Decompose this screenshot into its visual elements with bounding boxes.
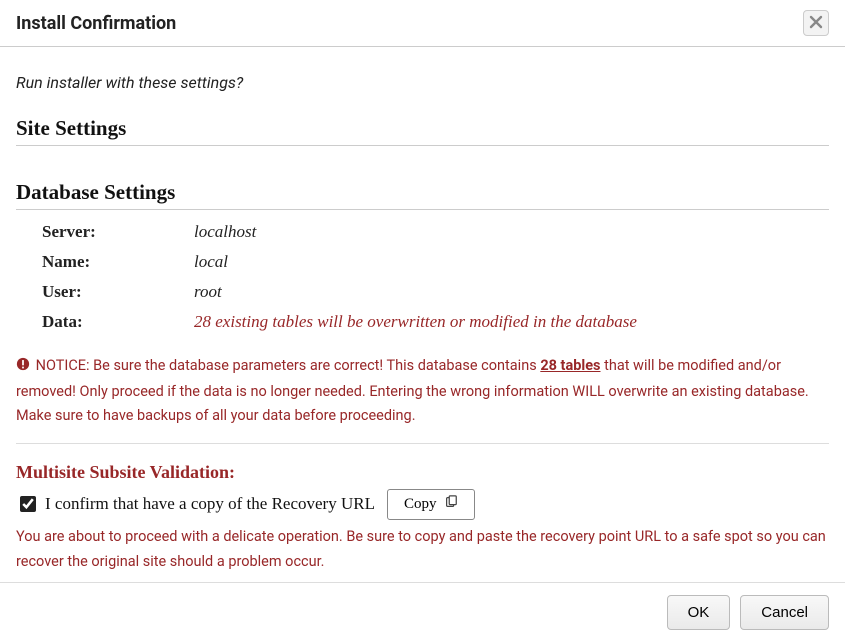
close-icon (809, 15, 823, 32)
db-data-label: Data: (42, 312, 194, 332)
confirmation-prompt: Run installer with these settings? (16, 73, 829, 92)
dialog-button-bar: OK Cancel (0, 582, 845, 644)
db-name-label: Name: (42, 252, 194, 272)
db-server-value: localhost (194, 222, 256, 242)
database-warning-notice: NOTICE: Be sure the database parameters … (16, 354, 829, 429)
dialog-title: Install Confirmation (16, 13, 176, 34)
db-server-row: Server: localhost (42, 222, 829, 242)
db-name-row: Name: local (42, 252, 829, 272)
db-user-row: User: root (42, 282, 829, 302)
multisite-validation-heading: Multisite Subsite Validation: (16, 462, 829, 483)
database-settings-heading: Database Settings (16, 180, 829, 210)
copy-button[interactable]: Copy (387, 489, 476, 520)
ok-button[interactable]: OK (667, 595, 731, 630)
db-server-label: Server: (42, 222, 194, 242)
close-button[interactable] (803, 10, 829, 36)
database-settings-table: Server: localhost Name: local User: root… (42, 222, 829, 332)
separator (16, 443, 829, 444)
db-name-value: local (194, 252, 228, 272)
cancel-button[interactable]: Cancel (740, 595, 829, 630)
site-settings-heading: Site Settings (16, 116, 829, 146)
db-data-row: Data: 28 existing tables will be overwri… (42, 312, 829, 332)
db-data-value: 28 existing tables will be overwritten o… (194, 312, 637, 332)
notice-prefix: NOTICE: Be sure the database parameters … (36, 357, 541, 374)
dialog-content: Run installer with these settings? Site … (0, 47, 845, 582)
install-confirmation-dialog: Install Confirmation Run installer with … (0, 0, 845, 644)
recovery-confirm-line: I confirm that have a copy of the Recove… (16, 489, 829, 520)
notice-tables-link[interactable]: 28 tables (540, 357, 600, 374)
copy-icon (444, 495, 458, 514)
dialog-titlebar: Install Confirmation (0, 0, 845, 47)
db-user-label: User: (42, 282, 194, 302)
recovery-confirm-label: I confirm that have a copy of the Recove… (45, 494, 375, 514)
exclamation-circle-icon (16, 355, 30, 380)
copy-button-label: Copy (404, 496, 437, 513)
proceed-warning-note: You are about to proceed with a delicate… (16, 525, 829, 574)
recovery-confirm-checkbox[interactable] (20, 496, 36, 512)
db-user-value: root (194, 282, 222, 302)
